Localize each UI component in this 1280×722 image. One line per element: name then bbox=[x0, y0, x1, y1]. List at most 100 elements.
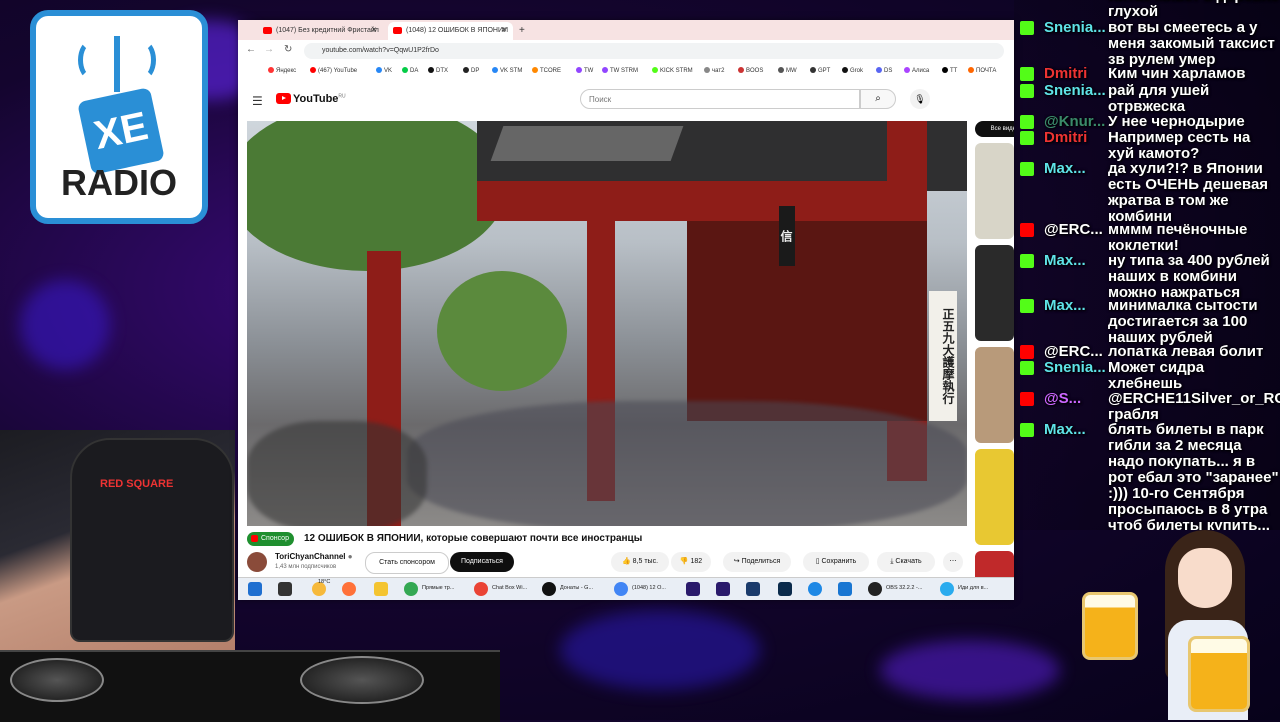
sponsor-badge[interactable]: Спонсор bbox=[247, 532, 294, 546]
reload-icon[interactable]: ↻ bbox=[284, 44, 292, 55]
bookmark[interactable]: Grok bbox=[842, 67, 863, 74]
signal-wave-icon bbox=[130, 40, 156, 80]
bookmark[interactable]: VK STM bbox=[492, 67, 522, 74]
bookmark[interactable]: VK bbox=[376, 67, 392, 74]
kick-icon bbox=[1020, 21, 1034, 35]
x-icon[interactable] bbox=[542, 582, 556, 596]
premiere-icon[interactable] bbox=[716, 582, 730, 596]
premiere-icon[interactable] bbox=[686, 582, 700, 596]
dislike-button[interactable]: 👎 182 bbox=[671, 552, 711, 572]
bookmark[interactable]: BOOS bbox=[738, 67, 763, 74]
chrome-icon[interactable] bbox=[614, 582, 628, 596]
chat-username: Snenia... bbox=[1044, 20, 1106, 36]
taskbar-label[interactable]: Chat Box Wi... bbox=[492, 585, 527, 591]
app-icon[interactable] bbox=[838, 582, 852, 596]
mic-icon[interactable]: 🎙 bbox=[910, 89, 930, 109]
youtube-logo[interactable]: YouTubeRU bbox=[276, 93, 346, 105]
chrome-icon[interactable] bbox=[404, 582, 418, 596]
background-glow bbox=[20, 280, 110, 370]
chrome-icon[interactable] bbox=[474, 582, 488, 596]
bookmark[interactable]: чат2 bbox=[704, 67, 724, 74]
recommendations-sidebar: Все видео bbox=[975, 121, 1014, 591]
chat-username: Dmitri bbox=[1044, 130, 1088, 146]
video-player[interactable]: 正五九大護摩執行 信 bbox=[247, 121, 967, 526]
new-tab-button[interactable]: + bbox=[513, 22, 533, 40]
telegram-icon[interactable] bbox=[940, 582, 954, 596]
taskbar-label[interactable]: Иди для в... bbox=[958, 585, 988, 591]
weather-temp: 18°C bbox=[318, 579, 331, 585]
bookmark[interactable]: ПОЧТА bbox=[968, 67, 996, 74]
video-title-row: Спонсор 12 ОШИБОК В ЯПОНИИ, которые сове… bbox=[247, 530, 967, 550]
photoshop-icon[interactable] bbox=[778, 582, 792, 596]
taskbar-label[interactable]: (1048) 12 О... bbox=[632, 585, 666, 591]
bookmark[interactable]: Алиса bbox=[904, 67, 929, 74]
forward-icon[interactable]: → bbox=[264, 44, 274, 55]
bookmark[interactable]: DTX bbox=[428, 67, 448, 74]
bookmark[interactable]: Яндекс bbox=[268, 67, 296, 74]
folder-icon[interactable] bbox=[374, 582, 388, 596]
close-icon[interactable]: ✕ bbox=[501, 22, 507, 40]
beer-mug-icon bbox=[1082, 592, 1138, 660]
kick-icon bbox=[1020, 299, 1034, 313]
bookmark[interactable]: TW bbox=[576, 67, 593, 74]
youtube-icon bbox=[1020, 392, 1034, 406]
tab-1[interactable]: (1047) Без кредитний Фристайл ✕ bbox=[258, 22, 383, 40]
taskbar-label[interactable]: Прямые тр... bbox=[422, 585, 454, 591]
filter-chip-all[interactable]: Все видео bbox=[975, 121, 1014, 137]
save-button[interactable]: ▯ Сохранить bbox=[803, 552, 869, 572]
video-sign: 信 bbox=[779, 206, 795, 266]
bookmark[interactable]: KICK STRM bbox=[652, 67, 693, 74]
back-icon[interactable]: ← bbox=[246, 44, 256, 55]
recommended-thumbnail[interactable] bbox=[975, 347, 1014, 443]
menu-icon[interactable]: ☰ bbox=[252, 94, 263, 108]
obs-icon[interactable] bbox=[868, 582, 882, 596]
xe-radio-logo: XE RADIO bbox=[30, 10, 208, 224]
bookmark[interactable]: DP bbox=[463, 67, 479, 74]
search-button[interactable]: ⌕ bbox=[860, 89, 896, 109]
youtube-logo-icon bbox=[276, 93, 291, 104]
subscribe-button[interactable]: Подписаться bbox=[450, 552, 514, 572]
bookmark[interactable]: TCORE bbox=[532, 67, 561, 74]
download-button[interactable]: ⤓ Скачать bbox=[877, 552, 935, 572]
chat-username: @ERC... bbox=[1044, 222, 1103, 238]
chat-text: минималка сытости достигается за 100 наш… bbox=[1108, 297, 1258, 346]
channel-name[interactable]: ToriChyanChannel ● bbox=[275, 552, 353, 561]
search-input[interactable]: Поиск bbox=[580, 89, 860, 109]
firefox-icon[interactable] bbox=[342, 582, 356, 596]
bookmark[interactable]: DA bbox=[402, 67, 418, 74]
task-view-icon[interactable] bbox=[278, 582, 292, 596]
bookmark[interactable]: (467) YouTube bbox=[310, 67, 357, 74]
like-button[interactable]: 👍 8,5 тыс. bbox=[611, 552, 669, 572]
taskbar-label[interactable]: OBS 32.2.2 -... bbox=[886, 585, 922, 591]
video-tree bbox=[247, 121, 507, 271]
start-icon[interactable] bbox=[248, 582, 262, 596]
avatar[interactable] bbox=[247, 552, 267, 572]
tab-label: (1047) Без кредитний Фристайл bbox=[276, 27, 379, 34]
tab-2[interactable]: (1048) 12 ОШИБОК В ЯПОНИИ ✕ bbox=[388, 22, 513, 40]
app-icon[interactable] bbox=[808, 582, 822, 596]
bookmark[interactable]: TW STRM bbox=[602, 67, 638, 74]
chat-text: вот вы смеетесь а у меня закомый таксист… bbox=[1108, 19, 1275, 68]
bookmark[interactable]: DS bbox=[876, 67, 892, 74]
address-bar: ← → ↻ youtube.com/watch?v=QqwU1P2frDo bbox=[238, 40, 1014, 62]
youtube-header: ☰ YouTubeRU Поиск ⌕ 🎙 bbox=[238, 80, 1014, 118]
sponsor-button[interactable]: Стать спонсором bbox=[365, 552, 449, 574]
windows-taskbar: 18°C Прямые тр... Chat Box Wi... Донаты … bbox=[238, 577, 1014, 600]
audition-icon[interactable] bbox=[746, 582, 760, 596]
bookmark[interactable]: MW bbox=[778, 67, 797, 74]
chat-text: рай для ушей отрвжеска bbox=[1108, 82, 1210, 115]
tab-bar: (1047) Без кредитний Фристайл ✕ (1048) 1… bbox=[238, 20, 1014, 40]
recommended-thumbnail[interactable] bbox=[975, 143, 1014, 239]
recommended-thumbnail[interactable] bbox=[975, 245, 1014, 341]
kick-icon bbox=[1020, 254, 1034, 268]
bookmark[interactable]: TT bbox=[942, 67, 957, 74]
url-input[interactable]: youtube.com/watch?v=QqwU1P2frDo bbox=[304, 43, 1004, 59]
share-button[interactable]: ↪ Поделиться bbox=[723, 552, 791, 572]
more-button[interactable]: ⋯ bbox=[943, 552, 963, 572]
bookmark[interactable]: GPT bbox=[810, 67, 830, 74]
taskbar-label[interactable]: Донаты - G... bbox=[560, 585, 593, 591]
beer-mug-icon bbox=[1188, 636, 1250, 712]
close-icon[interactable]: ✕ bbox=[371, 22, 377, 40]
recommended-thumbnail[interactable] bbox=[975, 449, 1014, 545]
chat-username: Max... bbox=[1044, 253, 1086, 269]
